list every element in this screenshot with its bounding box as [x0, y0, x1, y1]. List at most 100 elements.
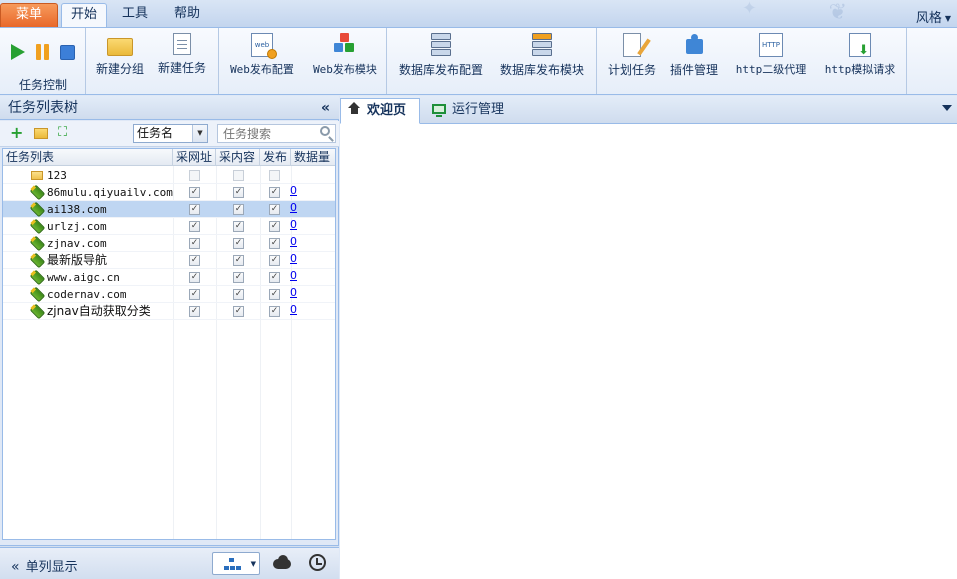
expand-all-icon[interactable]: ⛶: [58, 126, 72, 140]
data-count-link[interactable]: 0: [290, 184, 297, 197]
web-publish-config-button[interactable]: web Web发布配置: [225, 30, 299, 82]
single-column-toggle[interactable]: « 单列显示: [11, 556, 78, 575]
table-row[interactable]: zjnav自动获取分类 ✓ ✓ ✓ 0: [3, 303, 335, 320]
column-header-task-list[interactable]: 任务列表: [3, 149, 173, 166]
http-simulate-button[interactable]: http模拟请求: [817, 30, 903, 82]
db-publish-module-button[interactable]: 数据库发布模块: [497, 30, 587, 82]
collect-content-checkbox[interactable]: ✓: [233, 272, 244, 283]
collect-url-checkbox[interactable]: ✓: [189, 306, 200, 317]
start-task-button[interactable]: [11, 44, 25, 60]
collect-url-checkbox[interactable]: ✓: [189, 272, 200, 283]
collect-url-checkbox[interactable]: ✓: [189, 187, 200, 198]
table-row[interactable]: 最新版导航 ✓ ✓ ✓ 0: [3, 252, 335, 269]
db-publish-config-button[interactable]: 数据库发布配置: [397, 30, 485, 82]
decoration-swirl-icon: ❦: [828, 0, 847, 25]
collect-url-checkbox[interactable]: ✓: [189, 289, 200, 300]
data-count-link[interactable]: 0: [290, 286, 297, 299]
collect-content-checkbox[interactable]: ✓: [233, 289, 244, 300]
publish-checkbox[interactable]: ✓: [269, 238, 280, 249]
web-publish-module-button[interactable]: Web发布模块: [307, 30, 383, 82]
task-tree-title: 任务列表树: [8, 100, 78, 116]
pause-task-button[interactable]: [36, 44, 49, 60]
collect-content-checkbox[interactable]: ✓: [233, 187, 244, 198]
collect-content-checkbox[interactable]: ✓: [233, 221, 244, 232]
publish-checkbox[interactable]: ✓: [269, 272, 280, 283]
data-count-link[interactable]: 0: [290, 303, 297, 316]
tree-view-mode-button[interactable]: ▼: [212, 552, 260, 575]
collect-url-checkbox[interactable]: ✓: [189, 204, 200, 215]
collect-content-checkbox[interactable]: ✓: [233, 306, 244, 317]
http-proxy-button[interactable]: HTTP http二级代理: [731, 30, 811, 82]
collapse-left-icon[interactable]: «: [321, 96, 330, 120]
task-pencil-icon: [29, 218, 46, 235]
tab-run-management-label: 运行管理: [452, 102, 505, 117]
publish-checkbox[interactable]: ✓: [269, 306, 280, 317]
column-header-publish[interactable]: 发布: [260, 149, 291, 166]
collect-url-checkbox[interactable]: [189, 170, 200, 181]
tab-run-management[interactable]: 运行管理: [426, 98, 516, 124]
tab-help[interactable]: 帮助: [165, 3, 209, 27]
folder-icon[interactable]: [34, 128, 48, 139]
tab-start[interactable]: 开始: [61, 3, 107, 27]
table-row[interactable]: codernav.com ✓ ✓ ✓ 0: [3, 286, 335, 303]
database-module-icon: [532, 33, 552, 57]
table-row[interactable]: 123: [3, 167, 335, 184]
app-menu-button[interactable]: 菜单: [0, 3, 58, 27]
data-count-link[interactable]: 0: [290, 218, 297, 231]
column-header-data-count[interactable]: 数据量: [291, 149, 335, 166]
tab-list-dropdown-icon[interactable]: [942, 105, 952, 111]
data-count-link[interactable]: 0: [290, 235, 297, 248]
data-count-link[interactable]: 0: [290, 269, 297, 282]
collect-content-checkbox[interactable]: [233, 170, 244, 181]
table-row[interactable]: 86mulu.qiyuailv.com ✓ ✓ ✓ 0: [3, 184, 335, 201]
single-column-label: 单列显示: [25, 560, 78, 575]
scheduled-task-button[interactable]: 计划任务: [606, 30, 658, 82]
column-header-collect-content[interactable]: 采内容: [216, 149, 260, 166]
http-simulate-label: http模拟请求: [824, 63, 896, 76]
task-pencil-icon: [29, 303, 46, 320]
data-count-link[interactable]: 0: [290, 252, 297, 265]
collect-url-checkbox[interactable]: ✓: [189, 238, 200, 249]
stop-task-button[interactable]: [60, 45, 75, 60]
search-icon[interactable]: [320, 126, 330, 136]
table-row[interactable]: www.aigc.cn ✓ ✓ ✓ 0: [3, 269, 335, 286]
task-search-input[interactable]: [217, 124, 336, 143]
task-pencil-icon: [29, 269, 46, 286]
new-group-label: 新建分组: [95, 62, 144, 76]
search-field-select[interactable]: 任务名 ▼: [133, 124, 208, 143]
monitor-icon: [432, 104, 446, 117]
publish-checkbox[interactable]: ✓: [269, 187, 280, 198]
publish-checkbox[interactable]: ✓: [269, 289, 280, 300]
cloud-download-icon[interactable]: [271, 555, 293, 571]
new-task-button[interactable]: 新建任务: [156, 30, 208, 82]
new-group-button[interactable]: 新建分组: [94, 30, 146, 82]
publish-checkbox[interactable]: ✓: [269, 221, 280, 232]
publish-checkbox[interactable]: ✓: [269, 255, 280, 266]
collect-url-checkbox[interactable]: ✓: [189, 255, 200, 266]
collect-content-checkbox[interactable]: ✓: [233, 204, 244, 215]
add-icon[interactable]: +: [10, 125, 24, 141]
tab-welcome[interactable]: 欢迎页: [340, 98, 420, 124]
data-count-link[interactable]: 0: [290, 201, 297, 214]
publish-checkbox[interactable]: ✓: [269, 204, 280, 215]
publish-checkbox[interactable]: [269, 170, 280, 181]
task-pencil-icon: [29, 286, 46, 303]
collect-content-checkbox[interactable]: ✓: [233, 238, 244, 249]
style-menu-button[interactable]: 风格 ▼: [916, 7, 951, 26]
scheduled-task-label: 计划任务: [607, 63, 656, 77]
collect-content-checkbox[interactable]: ✓: [233, 255, 244, 266]
folder-icon: [107, 38, 133, 56]
collect-url-checkbox[interactable]: ✓: [189, 221, 200, 232]
clock-icon[interactable]: [309, 554, 326, 571]
search-field-value: 任务名: [137, 126, 174, 140]
table-row[interactable]: ai138.com ✓ ✓ ✓ 0: [3, 201, 335, 218]
column-header-collect-url[interactable]: 采网址: [173, 149, 216, 166]
table-row[interactable]: zjnav.com ✓ ✓ ✓ 0: [3, 235, 335, 252]
task-control-label: 任务控制: [18, 78, 67, 92]
table-row[interactable]: urlzj.com ✓ ✓ ✓ 0: [3, 218, 335, 235]
plugin-manager-button[interactable]: 插件管理: [667, 30, 721, 82]
tab-tools[interactable]: 工具: [113, 3, 157, 27]
chevron-down-icon: ▼: [192, 125, 207, 142]
double-chevron-left-icon: «: [11, 559, 20, 575]
task-name: codernav.com: [47, 288, 127, 301]
